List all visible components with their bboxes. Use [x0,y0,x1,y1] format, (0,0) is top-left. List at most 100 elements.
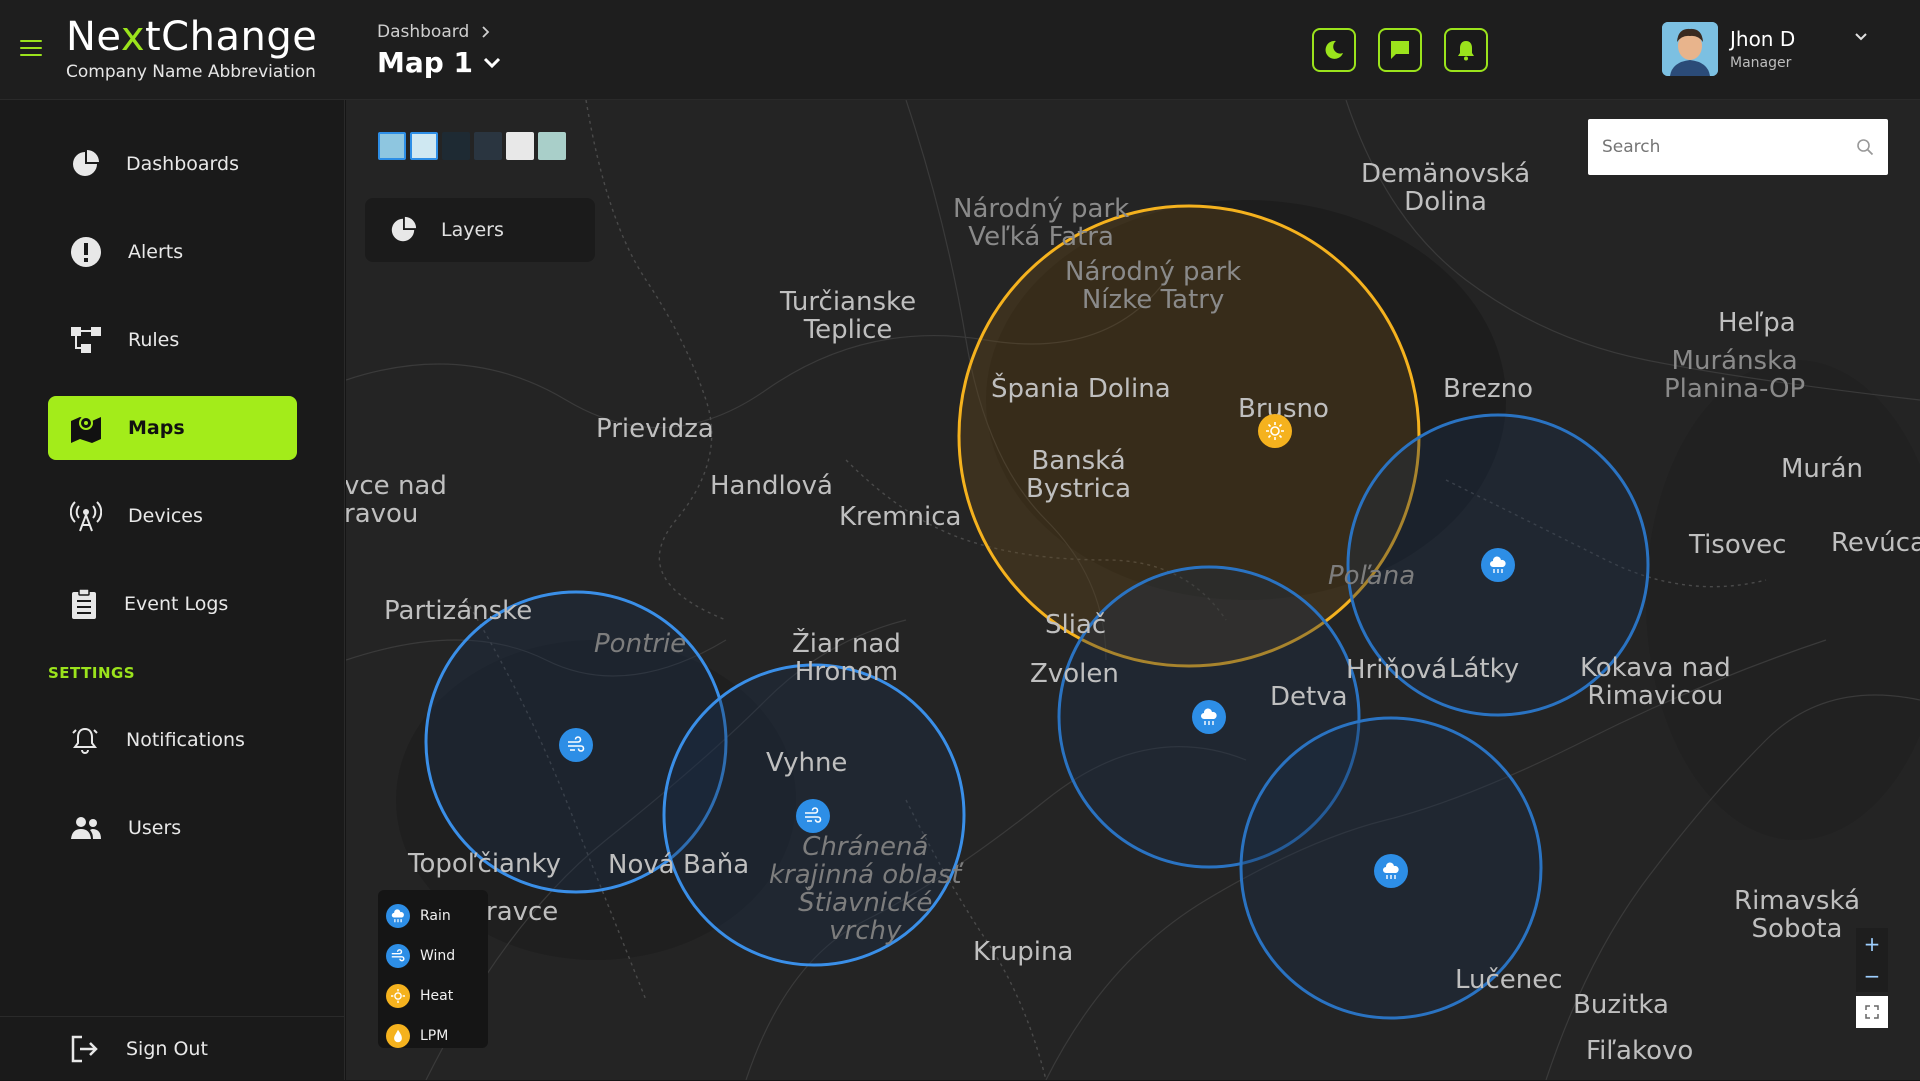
layers-button[interactable]: Layers [365,198,595,262]
moon-icon [1325,40,1343,59]
map-place-label: Látky [1449,654,1520,684]
map-place-label: Heľpa [1718,308,1796,338]
map-place-label: Detva [1270,682,1348,712]
map-place-label: vce nad ravou [346,471,447,529]
basemap-switcher [378,132,566,160]
pie-chart-icon [73,150,99,176]
rain-cloud-icon [386,904,410,928]
wind-icon [386,944,410,968]
brand-name: NextChange [66,14,318,60]
sign-out-button[interactable]: Sign Out [48,1017,297,1081]
sidebar-item-devices[interactable]: Devices [48,484,297,548]
map-place-label: Vyhne [766,748,848,778]
map-icon [71,416,101,443]
map-place-label: Brezno [1443,374,1533,404]
clipboard-icon [72,588,96,619]
signout-section: Sign Out [0,1016,345,1080]
user-role: Manager [1730,55,1792,71]
user-name: Jhon D [1730,27,1796,51]
map-place-label: Chránená krajinná oblasť Štiavnické vrchy [769,832,962,946]
basemap-thumb-6[interactable] [538,132,566,160]
map-place-label: Demänovská Dolina [1361,159,1531,217]
bell-outline-icon [72,727,98,754]
chevron-down-icon[interactable] [1854,32,1868,42]
wind-marker[interactable] [796,799,830,833]
sidebar-item-label: Devices [128,505,203,527]
wind-icon [805,807,822,823]
sidebar-item-label: Alerts [128,241,184,263]
alert-icon [71,237,101,267]
sidebar-item-dashboards[interactable]: Dashboards [48,132,297,196]
map-place-label: Poľana [1328,561,1416,591]
wind-marker[interactable] [559,728,593,762]
map-place-label: Murán [1781,454,1864,484]
pie-chart-icon [391,216,417,242]
notifications-button[interactable] [1444,28,1488,72]
map-view[interactable]: Demänovská Dolina Národný park Veľká Fatra… [346,100,1920,1080]
map-place-label: Kremnica [839,502,962,532]
page-title: Map 1 [377,46,474,79]
sidebar-item-rules[interactable]: Rules [48,308,297,372]
map-place-label: Národný park Veľká Fatra [953,194,1130,252]
map-place-label: Revúca [1831,528,1920,558]
sidebar-item-maps[interactable]: Maps [48,396,297,460]
rain-cloud-icon [1383,862,1399,879]
map-selector[interactable]: Map 1 [377,46,501,79]
map-place-label: Kokava nad Rimavicou [1580,653,1731,711]
bell-icon [1458,41,1474,61]
search-input[interactable] [1602,137,1856,157]
hamburger-menu-icon[interactable] [20,40,42,56]
search-icon[interactable] [1856,138,1874,156]
fullscreen-button[interactable] [1856,996,1888,1028]
map-place-label: Prievidza [596,414,714,444]
basemap-thumb-1[interactable] [378,132,406,160]
sidebar-item-label: Dashboards [126,153,239,175]
map-place-label: Handlová [710,471,833,501]
rain-cloud-icon [1490,556,1506,573]
rain-marker[interactable] [1481,548,1515,582]
top-bar: NextChange Company Name Abbreviation Das… [0,0,1920,100]
legend-item-wind: Wind [386,936,480,976]
sidebar-item-alerts[interactable]: Alerts [48,220,297,284]
legend-item-rain: Rain [386,896,480,936]
user-menu[interactable]: Jhon D Manager [1662,22,1867,76]
basemap-thumb-3[interactable] [442,132,470,160]
rain-marker[interactable] [1192,700,1226,734]
zoom-in-button[interactable]: + [1856,928,1888,960]
map-place-label: Nová Baňa [608,850,750,880]
sidebar-item-label: Notifications [126,729,245,751]
dark-mode-button[interactable] [1312,28,1356,72]
chat-icon [1391,41,1409,59]
breadcrumb-dashboard-link[interactable]: Dashboard [377,22,469,42]
map-place-label: Zvolen [1030,659,1119,689]
brand-logo[interactable]: NextChange Company Name Abbreviation [66,14,317,82]
legend-item-heat: Heat [386,976,480,1016]
sidebar-item-label: Event Logs [124,593,229,615]
avatar [1662,22,1718,76]
chevron-down-icon [483,57,501,68]
zoom-out-button[interactable]: − [1856,960,1888,992]
brand-subtitle: Company Name Abbreviation [66,62,316,82]
settings-section-label: SETTINGS [48,664,136,682]
basemap-thumb-2[interactable] [410,132,438,160]
sidebar-item-notifications[interactable]: Notifications [48,708,297,772]
sidebar-item-event-logs[interactable]: Event Logs [48,572,297,636]
messages-button[interactable] [1378,28,1422,72]
sidebar-item-label: Rules [128,329,180,351]
heat-marker[interactable] [1258,414,1292,448]
map-place-label: ravce [486,897,559,927]
map-place-label: Muránska Planina-OP [1664,346,1806,404]
basemap-thumb-5[interactable] [506,132,534,160]
map-search [1588,119,1888,175]
rain-cloud-icon [1201,708,1217,725]
basemap-thumb-4[interactable] [474,132,502,160]
sidebar-item-users[interactable]: Users [48,796,297,860]
rain-marker[interactable] [1374,854,1408,888]
map-place-label: Fiľakovo [1586,1036,1694,1066]
rules-icon [71,327,101,353]
map-place-label: Špania Dolina [991,374,1171,404]
antenna-icon [70,501,102,532]
map-place-label: Krupina [973,937,1074,967]
map-place-label: Sliač [1045,610,1107,640]
flame-icon [386,1024,410,1048]
